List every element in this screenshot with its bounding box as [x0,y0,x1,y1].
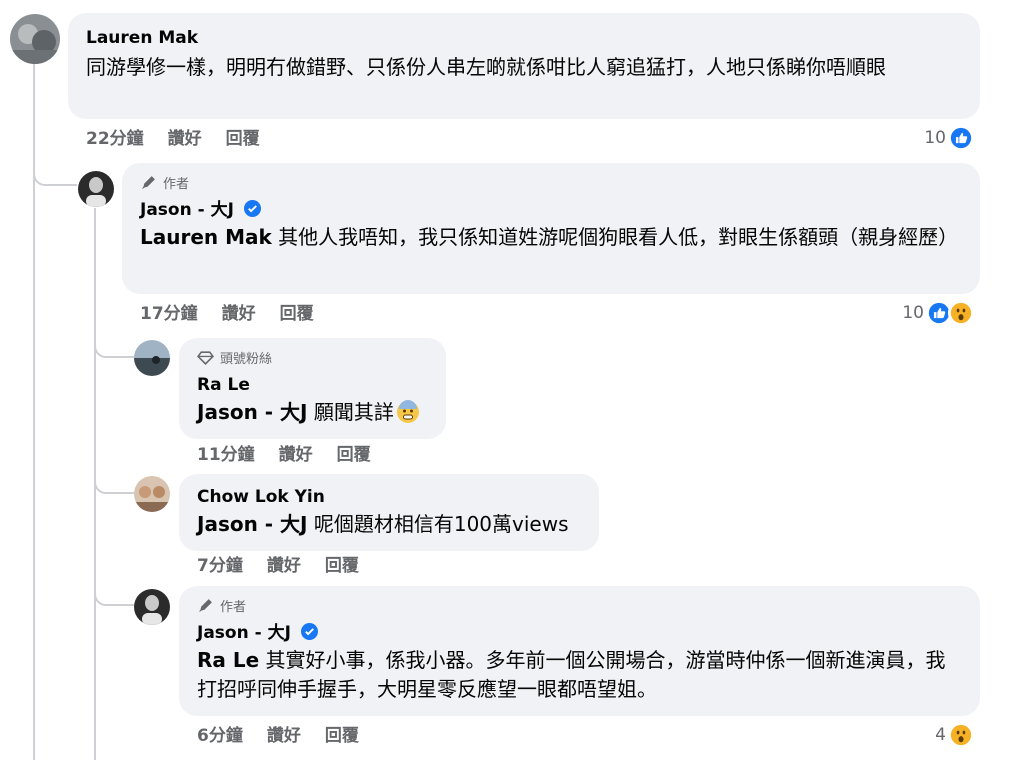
like-button[interactable]: 讚好 [267,555,301,577]
comment-text: 同游學修一樣，明明冇做錯野、只係份人串左啲就係咁比人窮追猛打，人地只係睇你唔順眼 [86,55,886,79]
comment-body: 其他人我唔知，我只係知道姓游呢個狗眼看人低，對眼生係額頭（親身經歷） [271,225,959,249]
like-button[interactable]: 讚好 [279,444,313,466]
wow-icon [948,722,974,748]
comment-actions: 7分鐘 讚好 回覆 [197,555,359,577]
comment-body: 呢個題材相信有100萬views [307,512,569,536]
comment-bubble: 作者 Jason - 大J Lauren Mak 其他人我唔知，我只係知道姓游呢… [122,163,980,294]
comment-time[interactable]: 22分鐘 [86,128,144,150]
comment-text: Jason - 大J 願聞其詳 [197,398,428,427]
mention-link[interactable]: Lauren Mak [140,225,272,249]
top-fan-badge: 頭號粉絲 [197,348,428,367]
comment-actions: 11分鐘 讚好 回覆 [197,444,371,466]
reaction-count: 10 [902,303,924,323]
comment-author[interactable]: Jason - 大J [197,623,291,643]
verified-badge-icon [243,200,261,217]
comment-text: Jason - 大J 呢個題材相信有100萬views [197,510,581,539]
mention-link[interactable]: Jason - 大J [197,512,308,536]
comment-author[interactable]: Lauren Mak [86,27,962,49]
comment-body: 願聞其詳 [307,400,394,424]
reply-button[interactable]: 回覆 [226,128,260,150]
comment-actions: 17分鐘 讚好 回覆 [140,303,314,325]
pencil-icon [142,175,155,189]
reply-button[interactable]: 回覆 [325,555,359,577]
verified-badge-icon [300,623,318,640]
reaction-summary[interactable]: 10 [924,124,974,152]
wow-icon [948,300,974,326]
mention-link[interactable]: Ra Le [197,648,259,672]
author-badge: 作者 [197,596,962,615]
thread-line-main-lower [33,184,35,760]
reply-button[interactable]: 回覆 [325,725,359,747]
comment-bubble: 作者 Jason - 大J Ra Le 其實好小事，係我小器。多年前一個公開場合… [179,586,980,716]
thread-connector [94,458,134,494]
avatar[interactable] [134,589,170,625]
comment-bubble: Chow Lok Yin Jason - 大J 呢個題材相信有100萬views [179,474,599,551]
comment-time[interactable]: 7分鐘 [197,555,243,577]
reaction-summary[interactable]: 4 [935,721,974,749]
reaction-count: 10 [924,128,946,148]
like-button[interactable]: 讚好 [222,303,256,325]
comment-text: Ra Le 其實好小事，係我小器。多年前一個公開場合，游當時仲係一個新進演員，我… [197,646,962,704]
mention-link[interactable]: Jason - 大J [197,400,308,424]
comment-actions: 22分鐘 讚好 回覆 [86,128,260,150]
avatar[interactable] [78,171,114,207]
comment-body: 其實好小事，係我小器。多年前一個公開場合，游當時仲係一個新進演員，我打招呼同伸手… [197,648,946,701]
reply-button[interactable]: 回覆 [280,303,314,325]
comment-text: Lauren Mak 其他人我唔知，我只係知道姓游呢個狗眼看人低，對眼生係額頭（… [140,223,962,252]
badge-label: 頭號粉絲 [220,351,273,367]
comment-bubble: Lauren Mak 同游學修一樣，明明冇做錯野、只係份人串左啲就係咁比人窮追猛… [68,13,980,119]
fearful-face-icon [396,400,419,423]
thread-connector [94,320,134,358]
like-button[interactable]: 讚好 [168,128,202,150]
comment-actions: 6分鐘 讚好 回覆 [197,725,359,747]
comment-author[interactable]: Ra Le [197,374,428,396]
pencil-icon [199,598,212,612]
avatar[interactable] [134,340,170,376]
reaction-count: 4 [935,725,946,745]
comment-time[interactable]: 17分鐘 [140,303,198,325]
comment-author[interactable]: Jason - 大J [140,200,234,220]
thread-connector [94,570,134,606]
like-icon [948,125,974,151]
like-button[interactable]: 讚好 [267,725,301,747]
avatar[interactable] [134,476,170,512]
badge-label: 作者 [163,176,190,192]
avatar[interactable] [10,14,60,64]
comment-bubble: 頭號粉絲 Ra Le Jason - 大J 願聞其詳 [179,338,446,439]
reply-button[interactable]: 回覆 [337,444,371,466]
comment-time[interactable]: 11分鐘 [197,444,255,466]
thread-connector [33,150,77,186]
diamond-icon [197,350,214,365]
author-badge: 作者 [140,173,962,192]
reaction-summary[interactable]: 10 [902,299,974,327]
badge-label: 作者 [220,599,247,615]
comment-author[interactable]: Chow Lok Yin [197,486,581,508]
comment-time[interactable]: 6分鐘 [197,725,243,747]
